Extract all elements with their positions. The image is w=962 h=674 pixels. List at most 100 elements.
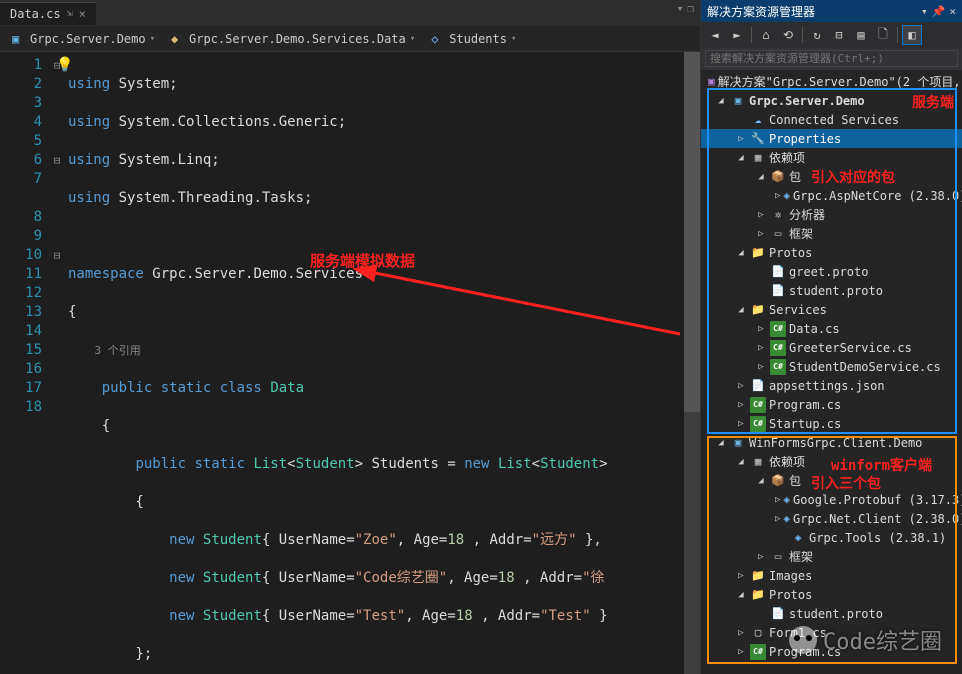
student-proto-file-2[interactable]: 📄student.proto — [701, 604, 962, 623]
editor-area: Data.cs ⇲ × ▾ ❐ ▣ Grpc.Server.Demo ▾ ◆ G… — [0, 0, 700, 674]
project-icon: ▣ — [12, 32, 26, 46]
nuget-grpc-net-client[interactable]: ▷◈Grpc.Net.Client (2.38.0) — [701, 509, 962, 528]
dependencies-node[interactable]: ◢▦依赖项 — [701, 148, 962, 167]
chevron-down-icon: ▾ — [410, 34, 415, 44]
solution-node[interactable]: ▣解决方案"Grpc.Server.Demo"(2 个项目, 共 — [701, 72, 962, 91]
collapse-button[interactable]: ⊟ — [829, 25, 849, 45]
greet-proto-file[interactable]: 📄greet.proto — [701, 262, 962, 281]
vertical-scrollbar[interactable] — [684, 52, 700, 674]
tab-bar: Data.cs ⇲ × ▾ ❐ — [0, 0, 700, 26]
proto-icon: 📄 — [770, 264, 786, 280]
tab-bar-right: ▾ ❐ — [677, 2, 694, 15]
cs-icon: C# — [770, 340, 786, 356]
nav-project[interactable]: ▣ Grpc.Server.Demo ▾ — [6, 30, 161, 48]
folder-icon: 📁 — [750, 568, 766, 584]
package-icon: 📦 — [770, 169, 786, 185]
nav-member-label: Students — [449, 32, 507, 46]
csproj-icon: ▣ — [730, 435, 746, 451]
solution-explorer-title: 解决方案资源管理器 ▾ 📌 × — [701, 0, 962, 22]
proto-icon: 📄 — [770, 283, 786, 299]
analyzers-node[interactable]: ▷✲分析器 — [701, 205, 962, 224]
field-icon: ◇ — [431, 32, 445, 46]
annotation-pkg2: 引入三个包 — [811, 473, 881, 493]
connected-services-node[interactable]: ☁Connected Services — [701, 110, 962, 129]
project-node-client[interactable]: ◢▣WinFormsGrpc.Client.Demo — [701, 433, 962, 452]
forward-button[interactable]: ► — [727, 25, 747, 45]
close-icon[interactable]: × — [949, 5, 956, 18]
solution-tree[interactable]: ▣解决方案"Grpc.Server.Demo"(2 个项目, 共 ◢▣Grpc.… — [701, 70, 962, 674]
file-tab-data-cs[interactable]: Data.cs ⇲ × — [0, 2, 96, 25]
cs-icon: C# — [770, 321, 786, 337]
solution-icon: ▣ — [708, 74, 715, 90]
cs-icon: C# — [770, 359, 786, 375]
annotation-client: winform客户端 — [831, 455, 932, 475]
analyzer-icon: ✲ — [770, 207, 786, 223]
back-button[interactable]: ◄ — [705, 25, 725, 45]
nav-class-label: Grpc.Server.Demo.Services.Data — [189, 32, 406, 46]
home-button[interactable]: ⌂ — [756, 25, 776, 45]
window-icon[interactable]: ❐ — [687, 2, 694, 15]
nav-class[interactable]: ◆ Grpc.Server.Demo.Services.Data ▾ — [165, 30, 421, 48]
frameworks-node[interactable]: ▷▭框架 — [701, 224, 962, 243]
properties-button[interactable]: 🗋 — [873, 25, 893, 45]
cs-icon: C# — [750, 416, 766, 432]
close-icon[interactable]: × — [79, 7, 86, 21]
annotation-server: 服务端 — [912, 92, 954, 112]
nuget-icon: ◈ — [783, 511, 790, 527]
program-cs-file[interactable]: ▷C#Program.cs — [701, 395, 962, 414]
student-proto-file[interactable]: 📄student.proto — [701, 281, 962, 300]
services-folder[interactable]: ◢📁Services — [701, 300, 962, 319]
connected-icon: ☁ — [750, 112, 766, 128]
framework-icon: ▭ — [770, 549, 786, 565]
solution-search — [701, 48, 962, 70]
nav-member[interactable]: ◇ Students ▾ — [425, 30, 522, 48]
show-all-button[interactable]: ▤ — [851, 25, 871, 45]
nuget-icon: ◈ — [790, 530, 806, 546]
properties-node[interactable]: ▷🔧Properties — [701, 129, 962, 148]
search-input[interactable] — [705, 50, 958, 67]
watermark: Code综艺圈 — [789, 624, 942, 656]
dependencies-icon: ▦ — [750, 150, 766, 166]
student-service-file[interactable]: ▷C#StudentDemoService.cs — [701, 357, 962, 376]
chevron-down-icon: ▾ — [150, 34, 155, 44]
startup-cs-file[interactable]: ▷C#Startup.cs — [701, 414, 962, 433]
proto-icon: 📄 — [770, 606, 786, 622]
frameworks-node-2[interactable]: ▷▭框架 — [701, 547, 962, 566]
preview-button[interactable]: ◧ — [902, 25, 922, 45]
codelens-references[interactable]: 3 个引用 — [68, 344, 141, 357]
panel-title-label: 解决方案资源管理器 — [707, 3, 815, 20]
images-folder[interactable]: ▷📁Images — [701, 566, 962, 585]
code-container: 💡 123456789101112131415161718 ⊟⊟⊟ using … — [0, 52, 700, 674]
wechat-icon — [789, 626, 817, 654]
code-editor[interactable]: using System; using System.Collections.G… — [64, 52, 684, 674]
refresh-button[interactable]: ↻ — [807, 25, 827, 45]
nuget-icon: ◈ — [783, 492, 790, 508]
protos-folder[interactable]: ◢📁Protos — [701, 243, 962, 262]
wrench-icon: 🔧 — [750, 131, 766, 147]
protos-folder-2[interactable]: ◢📁Protos — [701, 585, 962, 604]
nuget-grpc-tools[interactable]: ◈Grpc.Tools (2.38.1) — [701, 528, 962, 547]
folder-icon: 📁 — [750, 245, 766, 261]
json-icon: 📄 — [750, 378, 766, 394]
scrollbar-thumb[interactable] — [684, 52, 700, 412]
greeter-service-file[interactable]: ▷C#GreeterService.cs — [701, 338, 962, 357]
framework-icon: ▭ — [770, 226, 786, 242]
dependencies-icon: ▦ — [750, 454, 766, 470]
line-number-gutter: 123456789101112131415161718 — [0, 52, 50, 674]
annotation-pkg1: 引入对应的包 — [811, 167, 895, 187]
navigation-bar: ▣ Grpc.Server.Demo ▾ ◆ Grpc.Server.Demo.… — [0, 26, 700, 52]
pin-icon[interactable]: 📌 — [932, 5, 946, 18]
nuget-grpc-aspnetcore[interactable]: ▷◈Grpc.AspNetCore (2.38.0) — [701, 186, 962, 205]
pin-icon[interactable]: ⇲ — [67, 8, 73, 19]
dropdown-icon[interactable]: ▾ — [677, 2, 684, 15]
dropdown-icon[interactable]: ▾ — [921, 5, 928, 18]
cs-icon: C# — [750, 644, 766, 660]
annotation-server-data: 服务端模拟数据 — [310, 250, 415, 271]
sync-button[interactable]: ⟲ — [778, 25, 798, 45]
folder-icon: 📁 — [750, 587, 766, 603]
form-icon: ▢ — [750, 625, 766, 641]
data-cs-file[interactable]: ▷C#Data.cs — [701, 319, 962, 338]
nuget-icon: ◈ — [783, 188, 790, 204]
solution-explorer-toolbar: ◄ ► ⌂ ⟲ ↻ ⊟ ▤ 🗋 ◧ — [701, 22, 962, 48]
appsettings-file[interactable]: ▷📄appsettings.json — [701, 376, 962, 395]
